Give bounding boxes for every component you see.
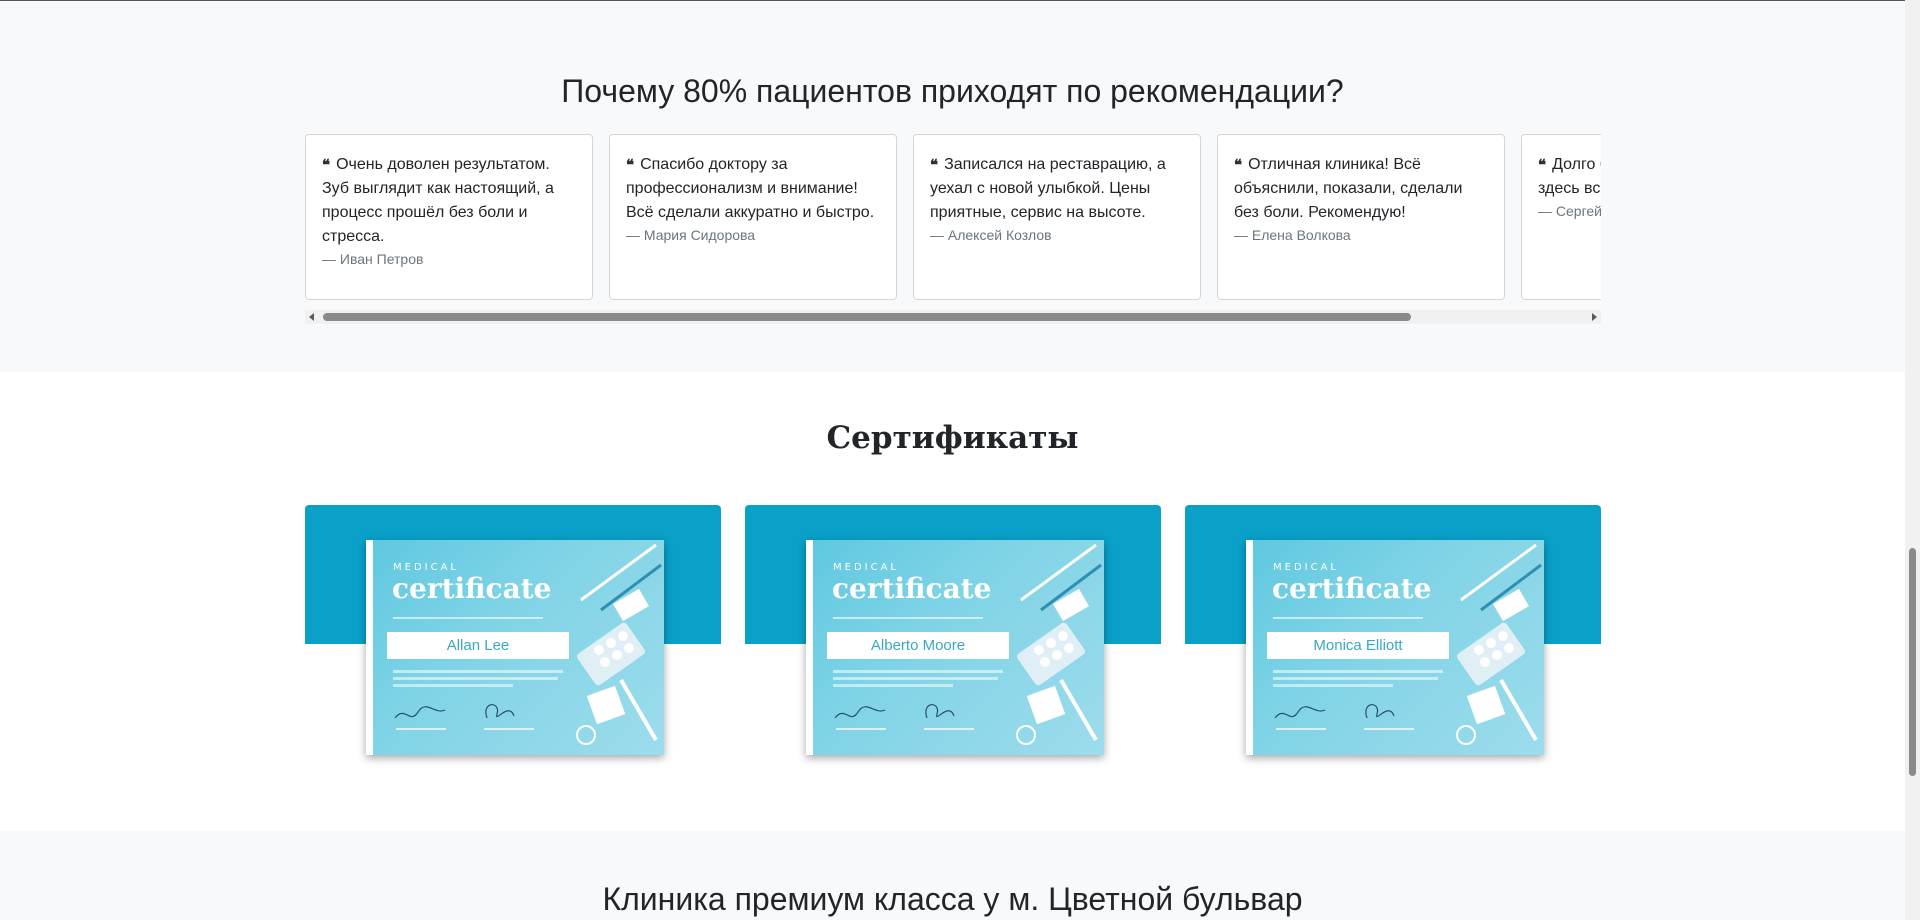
cert-strip: [806, 540, 813, 755]
scroll-left-arrow-icon[interactable]: [309, 313, 314, 321]
sig-line1: [1276, 728, 1326, 730]
certificate-image[interactable]: MEDICAL certificate Allan Lee: [366, 540, 664, 755]
cert-line: [393, 617, 543, 619]
review-text: Спасибо доктору за профессионализм и вни…: [626, 156, 875, 221]
cert-text2: [393, 677, 558, 680]
review-author: — Иван Петров: [322, 251, 424, 267]
cert-main-word: certificate: [392, 572, 552, 605]
cert-main-word: certificate: [832, 572, 992, 605]
certificate-image[interactable]: MEDICAL certificate Alberto Moore: [806, 540, 1104, 755]
certificate-card[interactable]: MEDICAL certificate Alberto Moore: [745, 505, 1161, 757]
cert-text1: [1273, 670, 1443, 673]
clinic-section: Клиника премиум класса у м. Цветной буль…: [0, 831, 1905, 920]
cert-text3: [393, 684, 513, 687]
sig-line2: [484, 728, 534, 730]
review-card: ❝ Спасибо доктору за профессионализм и вн…: [609, 134, 897, 300]
review-card: ❝ Записался на реставрацию, а уехал с нов…: [913, 134, 1201, 300]
reviews-section: Почему 80% пациентов приходят по рекомен…: [0, 1, 1905, 372]
clinic-title: Клиника премиум класса у м. Цветной буль…: [602, 881, 1303, 917]
review-author: — Сергей: [1538, 203, 1601, 219]
signature-icon: [834, 706, 886, 719]
review-card: ❝ Отличная клиника! Всё объяснили, показа…: [1217, 134, 1505, 300]
medical-supplies-icon: [1456, 543, 1542, 745]
signature-icon: [1274, 706, 1326, 719]
certificates-title: Сертификаты: [826, 420, 1079, 456]
page-scrollbar[interactable]: [1905, 0, 1920, 920]
certificates-section: Сертификаты MEDICAL certificate Allan Le…: [0, 372, 1905, 831]
cert-main-word: certificate: [1272, 572, 1432, 605]
reviews-title: Почему 80% пациентов приходят по рекомен…: [561, 73, 1344, 109]
signature-icon: [1365, 704, 1395, 719]
cert-text2: [833, 677, 998, 680]
cert-text3: [1273, 684, 1393, 687]
review-author: — Мария Сидорова: [626, 227, 756, 243]
cert-recipient-name: Alberto Moore: [827, 632, 1009, 659]
cert-text2: [1273, 677, 1438, 680]
quote-icon: ❝: [1234, 156, 1243, 174]
review-card: ❝ Очень доволен результатом. Зуб выглядит…: [305, 134, 593, 300]
cert-recipient-name: Monica Elliott: [1267, 632, 1449, 659]
certificate-card[interactable]: MEDICAL certificate Allan Lee: [305, 505, 721, 757]
reviews-scrollbar[interactable]: [305, 310, 1601, 324]
cert-strip: [1246, 540, 1253, 755]
cert-strip: [366, 540, 373, 755]
certificate-card[interactable]: MEDICAL certificate Monica Elliott: [1185, 505, 1601, 757]
page-scrollbar-thumb[interactable]: [1909, 548, 1916, 776]
cert-text1: [393, 670, 563, 673]
review-text: Отличная клиника! Всё объяснили, показал…: [1234, 156, 1463, 221]
cert-line: [833, 617, 983, 619]
medical-supplies-icon: [1016, 543, 1102, 745]
certificate-image[interactable]: MEDICAL certificate Monica Elliott: [1246, 540, 1544, 755]
cert-text1: [833, 670, 1003, 673]
sig-line1: [396, 728, 446, 730]
sig-line2: [1364, 728, 1414, 730]
signature-icon: [394, 706, 446, 719]
quote-icon: ❝: [930, 156, 939, 174]
quote-icon: ❝: [626, 156, 635, 174]
review-text: Долго боялся стоматологов, но здесь всё …: [1538, 156, 1601, 197]
cert-recipient-name: Allan Lee: [387, 632, 569, 659]
sig-line2: [924, 728, 974, 730]
sig-line1: [836, 728, 886, 730]
review-author: — Алексей Козлов: [930, 227, 1052, 243]
scroll-right-arrow-icon[interactable]: [1592, 313, 1597, 321]
cert-text3: [833, 684, 953, 687]
review-text: Очень доволен результатом. Зуб выглядит …: [322, 156, 554, 245]
quote-icon: ❝: [322, 156, 331, 174]
review-text: Записался на реставрацию, а уехал с ново…: [930, 156, 1166, 221]
medical-supplies-icon: [576, 543, 662, 745]
scrollbar-thumb[interactable]: [323, 313, 1411, 321]
review-author: — Елена Волкова: [1234, 227, 1351, 243]
review-card: ❝Долго боялся стоматологов, но здесь всё…: [1521, 134, 1601, 300]
signature-icon: [925, 704, 955, 719]
signature-icon: [485, 704, 515, 719]
cert-line: [1273, 617, 1423, 619]
quote-icon: ❝: [1538, 156, 1547, 174]
reviews-carousel[interactable]: ❝ Очень доволен результатом. Зуб выглядит…: [305, 134, 1601, 302]
